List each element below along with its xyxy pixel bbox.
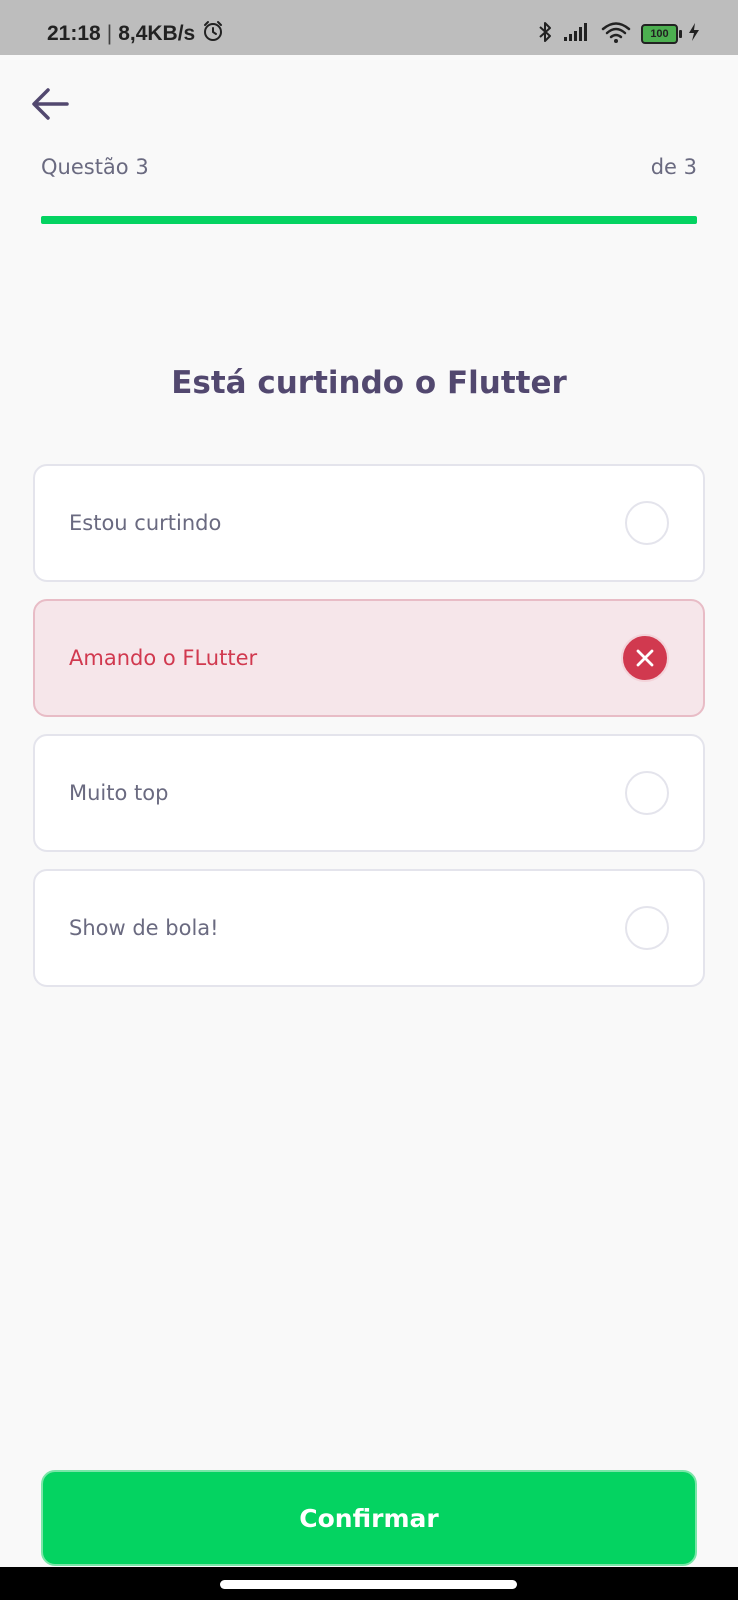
progress-bar xyxy=(41,216,697,224)
radio-icon xyxy=(625,771,669,815)
question-total: de 3 xyxy=(650,155,697,179)
status-time: 21:18 xyxy=(47,22,101,45)
radio-icon xyxy=(625,501,669,545)
answer-label: Estou curtindo xyxy=(69,511,222,535)
signal-icon xyxy=(563,22,591,46)
answer-option[interactable]: Show de bola! xyxy=(33,869,705,987)
answer-list: Estou curtindo Amando o FLutter Muito to… xyxy=(33,464,705,1004)
answer-option[interactable]: Estou curtindo xyxy=(33,464,705,582)
status-network-speed: 8,4KB/s xyxy=(118,22,196,45)
answer-option[interactable]: Muito top xyxy=(33,734,705,852)
charging-icon xyxy=(688,22,700,46)
status-separator: | xyxy=(106,22,113,45)
status-left: 21:18 | 8,4KB/s xyxy=(47,19,225,49)
progress-fill xyxy=(41,216,697,224)
arrow-left-icon xyxy=(31,87,69,125)
question-counter: Questão 3 xyxy=(41,155,149,179)
wifi-icon xyxy=(601,21,631,47)
answer-option-wrong[interactable]: Amando o FLutter xyxy=(33,599,705,717)
status-bar: 21:18 | 8,4KB/s 100 xyxy=(0,0,738,55)
battery-icon: 100 xyxy=(641,24,682,44)
confirm-button[interactable]: Confirmar xyxy=(41,1470,697,1566)
status-right: 100 xyxy=(537,20,700,48)
answer-label: Amando o FLutter xyxy=(69,646,258,670)
alarm-icon xyxy=(201,19,225,49)
question-title: Está curtindo o Flutter xyxy=(171,365,567,401)
radio-icon xyxy=(625,906,669,950)
bluetooth-icon xyxy=(537,20,553,48)
close-icon xyxy=(621,634,669,682)
battery-level: 100 xyxy=(650,28,669,40)
back-button[interactable] xyxy=(26,82,74,130)
answer-label: Show de bola! xyxy=(69,916,219,940)
home-indicator[interactable] xyxy=(220,1580,517,1589)
answer-label: Muito top xyxy=(69,781,169,805)
